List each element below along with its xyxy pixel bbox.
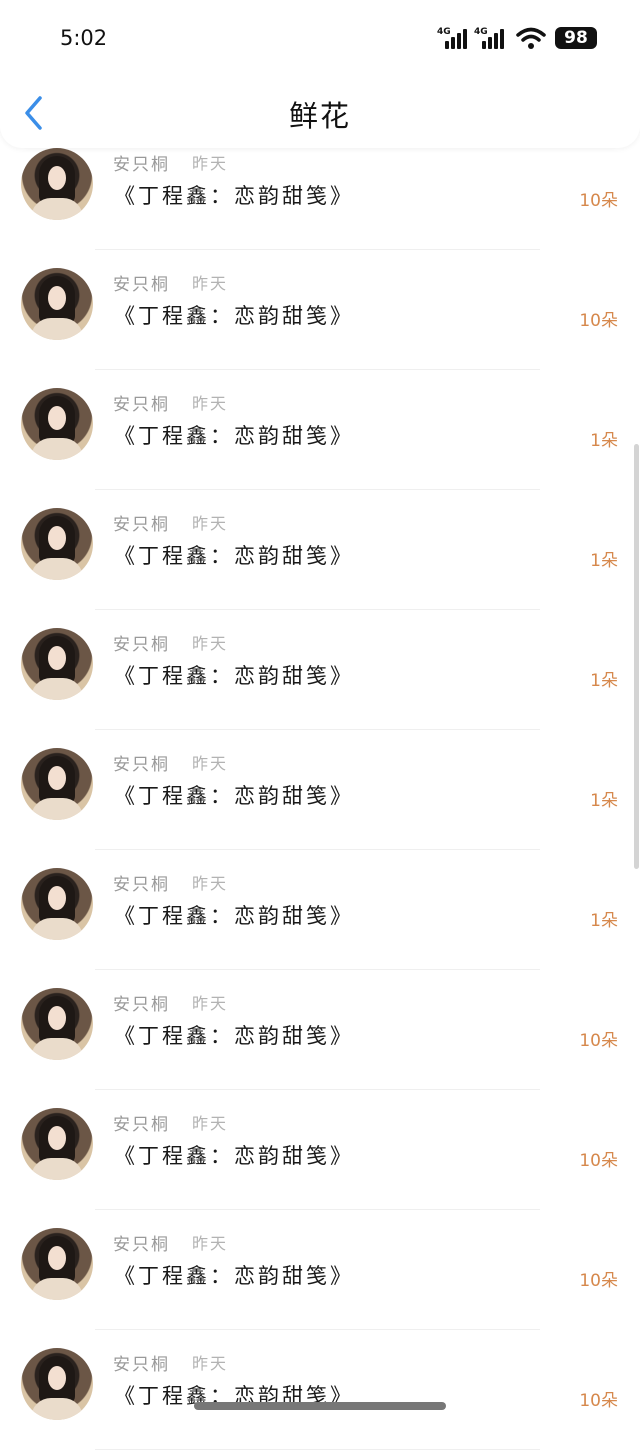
sent-time: 昨天 [192,874,229,893]
flower-count: 1朵 [590,911,618,931]
avatar[interactable] [21,1348,93,1420]
list-item[interactable]: 安只桐 昨天 《丁程鑫：恋韵甜笺》 1朵 [0,370,640,490]
battery-indicator: 98 [555,27,597,49]
sender-name: 安只桐 [113,1115,170,1135]
list-item[interactable]: 安只桐 昨天 《丁程鑫：恋韵甜笺》 10朵 [0,1210,640,1330]
sender-name: 安只桐 [113,1355,170,1375]
book-title: 《丁程鑫：恋韵甜笺》 [114,664,354,688]
sent-time: 昨天 [192,514,229,533]
sender-name: 安只桐 [113,395,170,415]
avatar[interactable] [21,268,93,340]
flower-count: 1朵 [590,551,618,571]
sent-time: 昨天 [192,994,229,1013]
scrollbar[interactable] [634,444,639,869]
book-title: 《丁程鑫：恋韵甜笺》 [114,184,354,208]
book-title: 《丁程鑫：恋韵甜笺》 [114,904,354,928]
sent-time: 昨天 [192,274,229,293]
flower-count: 1朵 [590,431,618,451]
avatar[interactable] [21,868,93,940]
avatar[interactable] [21,148,93,220]
sent-time: 昨天 [192,754,229,773]
avatar[interactable] [21,508,93,580]
avatar[interactable] [21,988,93,1060]
sent-time: 昨天 [192,1354,229,1373]
cellular-signal-icon: 4G [437,28,471,50]
avatar[interactable] [21,628,93,700]
list-item[interactable]: 安只桐 昨天 《丁程鑫：恋韵甜笺》 1朵 [0,850,640,970]
list-item[interactable]: 安只桐 昨天 《丁程鑫：恋韵甜笺》 10朵 [0,970,640,1090]
network-type-label-2: 4G [474,27,488,37]
flower-count: 10朵 [579,311,618,331]
status-time: 5:02 [60,26,108,50]
flower-count: 1朵 [590,791,618,811]
avatar[interactable] [21,1228,93,1300]
flower-count: 10朵 [579,1151,618,1171]
book-title: 《丁程鑫：恋韵甜笺》 [114,424,354,448]
cellular-signal-icon-2: 4G [474,28,508,50]
sent-time: 昨天 [192,634,229,653]
sent-time: 昨天 [192,1234,229,1253]
avatar[interactable] [21,748,93,820]
page-title: 鲜花 [288,99,351,133]
sent-time: 昨天 [192,154,229,173]
sender-name: 安只桐 [113,875,170,895]
book-title: 《丁程鑫：恋韵甜笺》 [114,784,354,808]
sender-name: 安只桐 [113,155,170,175]
network-type-label: 4G [437,27,451,37]
list-item[interactable]: 安只桐 昨天 《丁程鑫：恋韵甜笺》 10朵 [0,250,640,370]
sender-name: 安只桐 [113,635,170,655]
book-title: 《丁程鑫：恋韵甜笺》 [114,1144,354,1168]
sender-name: 安只桐 [113,755,170,775]
avatar[interactable] [21,388,93,460]
book-title: 《丁程鑫：恋韵甜笺》 [114,304,354,328]
avatar[interactable] [21,1108,93,1180]
sent-time: 昨天 [192,394,229,413]
list-item[interactable]: 安只桐 昨天 《丁程鑫：恋韵甜笺》 1朵 [0,610,640,730]
book-title: 《丁程鑫：恋韵甜笺》 [114,1264,354,1288]
list-item[interactable]: 安只桐 昨天 《丁程鑫：恋韵甜笺》 10朵 [0,130,640,250]
sent-time: 昨天 [192,1114,229,1133]
flower-count: 10朵 [579,191,618,211]
sender-name: 安只桐 [113,515,170,535]
list-item[interactable]: 安只桐 昨天 《丁程鑫：恋韵甜笺》 1朵 [0,730,640,850]
flower-count: 10朵 [579,1391,618,1411]
book-title: 《丁程鑫：恋韵甜笺》 [114,1024,354,1048]
flower-count: 10朵 [579,1031,618,1051]
sender-name: 安只桐 [113,1235,170,1255]
top-bar: 5:02 4G 4G 98 鲜花 [0,0,640,148]
list-item[interactable]: 安只桐 昨天 《丁程鑫：恋韵甜笺》 1朵 [0,490,640,610]
list-item[interactable]: 安只桐 昨天 《丁程鑫：恋韵甜笺》 10朵 [0,1090,640,1210]
sender-name: 安只桐 [113,275,170,295]
sender-name: 安只桐 [113,995,170,1015]
flower-count: 10朵 [579,1271,618,1291]
flower-count: 1朵 [590,671,618,691]
list-item[interactable]: 安只桐 昨天 《丁程鑫：恋韵甜笺》 10朵 [0,1330,640,1450]
book-title: 《丁程鑫：恋韵甜笺》 [114,544,354,568]
wifi-icon [516,27,546,49]
home-indicator[interactable] [194,1402,446,1410]
